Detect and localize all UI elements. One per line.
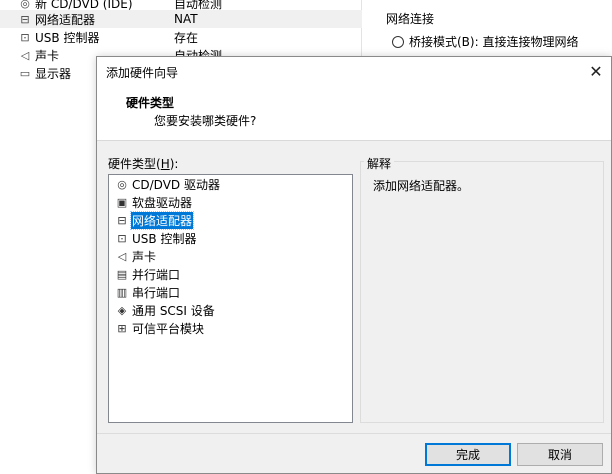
bridged-mode-radio[interactable]: 桥接模式(B): 直接连接物理网络: [392, 33, 578, 50]
usb-icon: ⊡: [20, 30, 30, 44]
hardware-types-label-key: H: [160, 157, 170, 171]
device-row[interactable]: ⊟ 网络适配器 NAT: [0, 10, 362, 28]
dialog-titlebar: 添加硬件向导 ✕: [97, 57, 611, 85]
device-name: 显示器: [35, 66, 72, 81]
hardware-type-label: 软盘驱动器: [132, 196, 193, 210]
add-hardware-wizard-dialog: 添加硬件向导 ✕ 硬件类型 您要安装哪类硬件? 硬件类型(H): ◎ CD/DVD…: [96, 56, 612, 474]
hardware-types-label-main: 硬件类型(: [108, 157, 161, 171]
hardware-type-item[interactable]: ▣ 软盘驱动器: [115, 194, 193, 211]
device-name: 网络适配器: [35, 12, 96, 27]
usb-icon: ⊡: [117, 232, 127, 245]
hardware-type-label: USB 控制器: [132, 232, 197, 246]
sound-card-icon: ◁: [117, 250, 127, 263]
serial-port-icon: ▥: [116, 286, 128, 299]
hardware-type-list[interactable]: ◎ CD/DVD 驱动器 ▣ 软盘驱动器 ⊟ 网络适配器 ⊡ USB 控制器 ◁ 声卡 ▤ 并行端口 ▥…: [108, 174, 353, 423]
network-connection-panel: 网络连接 桥接模式(B): 直接连接物理网络: [362, 0, 612, 60]
hardware-type-item[interactable]: ⊟ 网络适配器: [115, 211, 195, 230]
wizard-header: 硬件类型 您要安装哪类硬件?: [97, 85, 611, 141]
hardware-type-label: 串行端口: [132, 286, 181, 300]
wizard-step-subtitle: 您要安装哪类硬件?: [154, 114, 257, 128]
cancel-button[interactable]: 取消: [517, 443, 603, 466]
hardware-type-item[interactable]: ◎ CD/DVD 驱动器: [115, 176, 221, 193]
hardware-type-item[interactable]: ▤ 并行端口: [115, 266, 181, 283]
bridged-mode-label: 桥接模式(B): 直接连接物理网络: [409, 35, 579, 49]
explanation-title: 解释: [364, 155, 395, 172]
network-adapter-icon: ⊟: [117, 214, 127, 227]
hardware-type-item[interactable]: ◁ 声卡: [115, 248, 157, 265]
wizard-step-title: 硬件类型: [126, 96, 175, 110]
finish-button[interactable]: 完成: [425, 443, 511, 466]
hardware-type-label: 声卡: [132, 250, 157, 264]
network-connection-title: 网络连接: [386, 12, 435, 26]
explanation-text: 添加网络适配器。: [373, 179, 470, 193]
radio-icon[interactable]: [392, 35, 404, 48]
close-icon[interactable]: ✕: [581, 57, 611, 85]
trusted-platform-module-icon: ⊞: [117, 322, 127, 335]
scsi-device-icon: ◈: [117, 304, 127, 317]
hardware-type-label: 可信平台模块: [132, 322, 205, 336]
device-name: USB 控制器: [35, 30, 100, 45]
device-row[interactable]: ⊡ USB 控制器 存在: [0, 28, 362, 46]
network-adapter-icon: ⊟: [20, 12, 30, 26]
hardware-type-item[interactable]: ⊞ 可信平台模块: [115, 320, 205, 337]
dialog-title: 添加硬件向导: [106, 66, 179, 80]
hardware-types-label-end: ):: [169, 157, 179, 171]
cd-dvd-icon: ◎: [20, 0, 30, 10]
footer-divider: [97, 433, 611, 434]
parallel-port-icon: ▤: [116, 268, 128, 281]
explanation-group: [360, 161, 604, 423]
floppy-icon: ▣: [116, 196, 128, 209]
hardware-type-label: CD/DVD 驱动器: [132, 178, 220, 192]
hardware-type-label: 并行端口: [132, 268, 181, 282]
display-icon: ▭: [19, 66, 31, 80]
device-summary: NAT: [174, 12, 198, 26]
hardware-types-label: 硬件类型(H):: [108, 155, 178, 172]
device-name: 声卡: [35, 48, 60, 63]
cd-dvd-icon: ◎: [117, 178, 127, 191]
hardware-type-label: 通用 SCSI 设备: [132, 304, 215, 318]
hardware-type-item[interactable]: ⊡ USB 控制器: [115, 230, 197, 247]
hardware-type-item[interactable]: ▥ 串行端口: [115, 284, 181, 301]
sound-card-icon: ◁: [20, 48, 30, 62]
device-summary: 存在: [174, 30, 199, 45]
hardware-type-label: 网络适配器: [129, 211, 195, 230]
hardware-type-item[interactable]: ◈ 通用 SCSI 设备: [115, 302, 216, 319]
